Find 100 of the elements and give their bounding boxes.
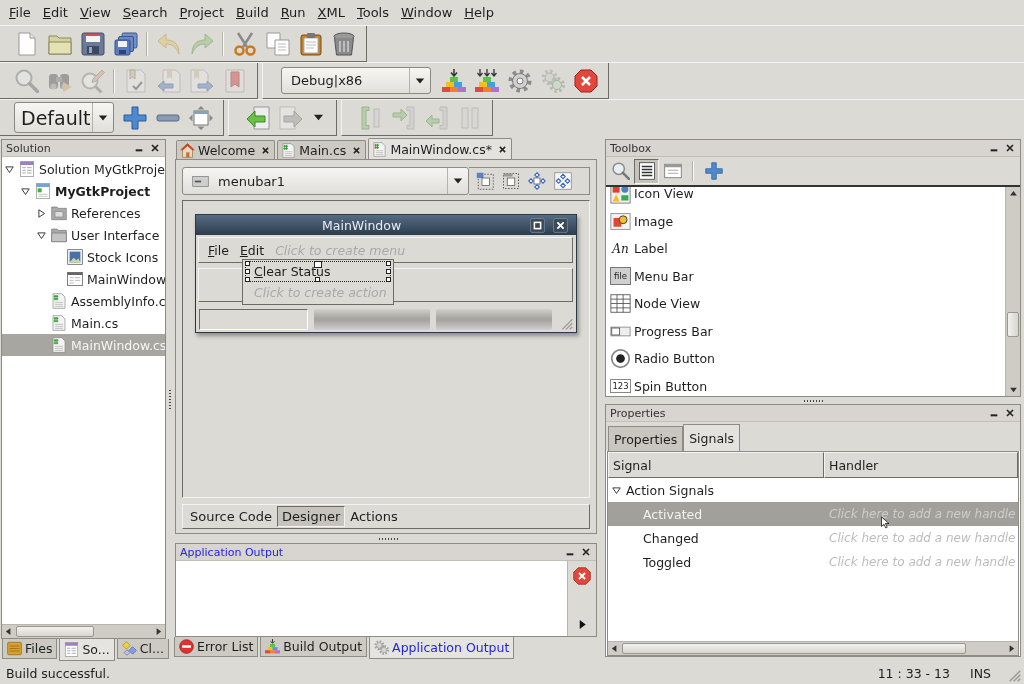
tree-item[interactable]: MyGtkProject xyxy=(2,180,165,202)
document-tab[interactable]: MainWindow.cs* xyxy=(368,138,512,159)
menu-item[interactable]: Clear Status xyxy=(245,261,391,282)
close-icon[interactable] xyxy=(353,146,361,154)
tree-item[interactable]: User Interface xyxy=(2,224,165,246)
close-icon[interactable] xyxy=(499,145,506,153)
signal-row[interactable]: Toggled Click here to add a new handle xyxy=(608,550,1018,574)
menu-item[interactable]: File xyxy=(3,2,37,23)
gear-icon[interactable] xyxy=(507,68,532,93)
menu-item[interactable]: Build xyxy=(230,2,275,23)
toolbox-item[interactable]: Icon View xyxy=(606,187,1005,208)
tree-item[interactable]: References xyxy=(2,202,165,224)
document-tab[interactable]: Welcome xyxy=(176,140,276,159)
status-message: Build successful. xyxy=(6,665,111,681)
dotted-frame-bar-icon[interactable] xyxy=(502,172,520,190)
caret-icon[interactable] xyxy=(313,112,324,123)
menu-item[interactable]: Edit xyxy=(239,242,265,258)
menu-item[interactable]: Help xyxy=(458,2,500,23)
menu-item[interactable]: View xyxy=(73,2,117,23)
horizontal-scrollbar[interactable] xyxy=(608,641,1018,655)
pad-tab[interactable]: Build Output xyxy=(260,637,368,657)
left-arrow-icon[interactable] xyxy=(610,644,619,653)
caret-icon[interactable] xyxy=(453,176,463,186)
configuration-dropdown[interactable]: Debug|x86 xyxy=(281,67,431,94)
close-icon[interactable] xyxy=(262,146,270,154)
column-header[interactable]: Signal xyxy=(608,452,824,478)
list-view-button[interactable] xyxy=(634,158,659,184)
selection-handle[interactable] xyxy=(314,261,322,268)
toolbox-item[interactable]: 123 Spin Button xyxy=(606,372,1005,396)
stop-icon[interactable] xyxy=(573,567,591,585)
clipboard-icon[interactable] xyxy=(298,31,323,56)
scrollbar-thumb[interactable] xyxy=(622,643,966,654)
up-arrow-icon[interactable] xyxy=(1008,189,1018,198)
expander-icon[interactable] xyxy=(5,164,14,174)
pad-tab[interactable]: Files xyxy=(2,639,58,659)
tree-item[interactable]: MainWindow xyxy=(2,268,165,290)
right-arrow-icon[interactable] xyxy=(1007,644,1016,653)
dotted-frame-icon[interactable] xyxy=(476,172,494,190)
pad-tab[interactable]: Signals xyxy=(683,424,741,451)
down-arrow-icon[interactable] xyxy=(1008,385,1018,394)
stop-icon[interactable] xyxy=(573,68,598,93)
tree-item[interactable]: Stock Icons xyxy=(2,246,165,268)
close-icon[interactable] xyxy=(582,548,590,556)
menu-item[interactable]: File xyxy=(208,242,229,258)
menu-item[interactable]: Tools xyxy=(350,2,395,23)
close-icon[interactable] xyxy=(1006,144,1014,152)
expander-icon[interactable] xyxy=(37,208,46,218)
widget-dropdown[interactable]: menubar1 xyxy=(182,167,469,195)
right-arrow-icon[interactable] xyxy=(154,627,163,636)
toolbox-item[interactable]: Progress Bar xyxy=(606,317,1005,345)
maximize-icon[interactable] xyxy=(529,217,546,233)
signal-row[interactable]: Changed Click here to add a new handle xyxy=(608,526,1018,550)
column-header[interactable]: Handler xyxy=(824,452,1018,478)
close-icon[interactable] xyxy=(552,217,569,233)
view-tab[interactable]: Actions xyxy=(345,506,403,527)
scrollbar-thumb[interactable] xyxy=(1007,312,1019,337)
bricks-arrows-icon[interactable] xyxy=(474,68,499,93)
close-icon[interactable] xyxy=(151,144,159,152)
plus-icon[interactable] xyxy=(122,105,147,130)
diamonds-frame-icon[interactable] xyxy=(554,172,572,190)
horizontal-scrollbar[interactable] xyxy=(2,624,165,638)
scrollbar-thumb[interactable] xyxy=(16,626,94,637)
expander-icon[interactable] xyxy=(21,186,30,196)
menu-item[interactable]: Run xyxy=(274,2,312,23)
diamonds-icon xyxy=(121,641,137,656)
view-tab[interactable]: Source Code xyxy=(185,506,278,527)
left-arrow-icon[interactable] xyxy=(4,627,13,636)
tree-item[interactable]: Solution MyGtkProje xyxy=(2,158,165,180)
move-arrows-icon[interactable] xyxy=(528,172,546,190)
tree-item[interactable]: AssemblyInfo.c xyxy=(2,290,165,312)
floppy-disks-icon[interactable] xyxy=(113,31,138,56)
toolbox-item[interactable]: Radio Button xyxy=(606,345,1005,373)
back-arrow-icon[interactable] xyxy=(245,105,270,130)
document-tab[interactable]: Main.cs xyxy=(277,140,367,159)
pad-tab[interactable]: So... xyxy=(59,639,115,661)
expander-icon[interactable] xyxy=(612,485,621,495)
selection-handle[interactable] xyxy=(315,277,320,282)
menu-item[interactable]: Window xyxy=(395,2,459,23)
toolbox-item[interactable]: An Label xyxy=(606,235,1005,263)
pad-tab[interactable]: Error List xyxy=(174,637,259,657)
menu-item[interactable]: Edit xyxy=(36,2,74,23)
close-icon[interactable] xyxy=(1006,409,1014,417)
signal-group[interactable]: Action Signals xyxy=(608,478,715,502)
pad-tab[interactable]: Properties xyxy=(608,426,684,451)
tree-item[interactable]: Main.cs xyxy=(2,312,165,334)
vertical-scrollbar[interactable] xyxy=(1005,187,1020,396)
bricks-arrow-icon[interactable] xyxy=(441,68,466,93)
menu-item[interactable]: Search xyxy=(116,2,174,23)
menu-item[interactable]: Project xyxy=(173,2,230,23)
toolbox-item[interactable]: file Menu Bar xyxy=(606,262,1005,290)
window-arrows-icon[interactable] xyxy=(188,105,213,130)
toolbox-item[interactable]: Node View xyxy=(606,290,1005,318)
pad-tab[interactable]: Cl... xyxy=(116,639,169,659)
trash-can-icon[interactable] xyxy=(331,31,356,56)
menu-item[interactable]: XML xyxy=(311,2,351,23)
view-tab[interactable]: Designer xyxy=(277,506,346,527)
expander-icon[interactable] xyxy=(37,230,46,240)
layout-dropdown[interactable]: Default xyxy=(14,102,114,133)
pad-tab[interactable]: Application Output xyxy=(369,637,515,659)
toolbox-item[interactable]: Image xyxy=(606,207,1005,235)
